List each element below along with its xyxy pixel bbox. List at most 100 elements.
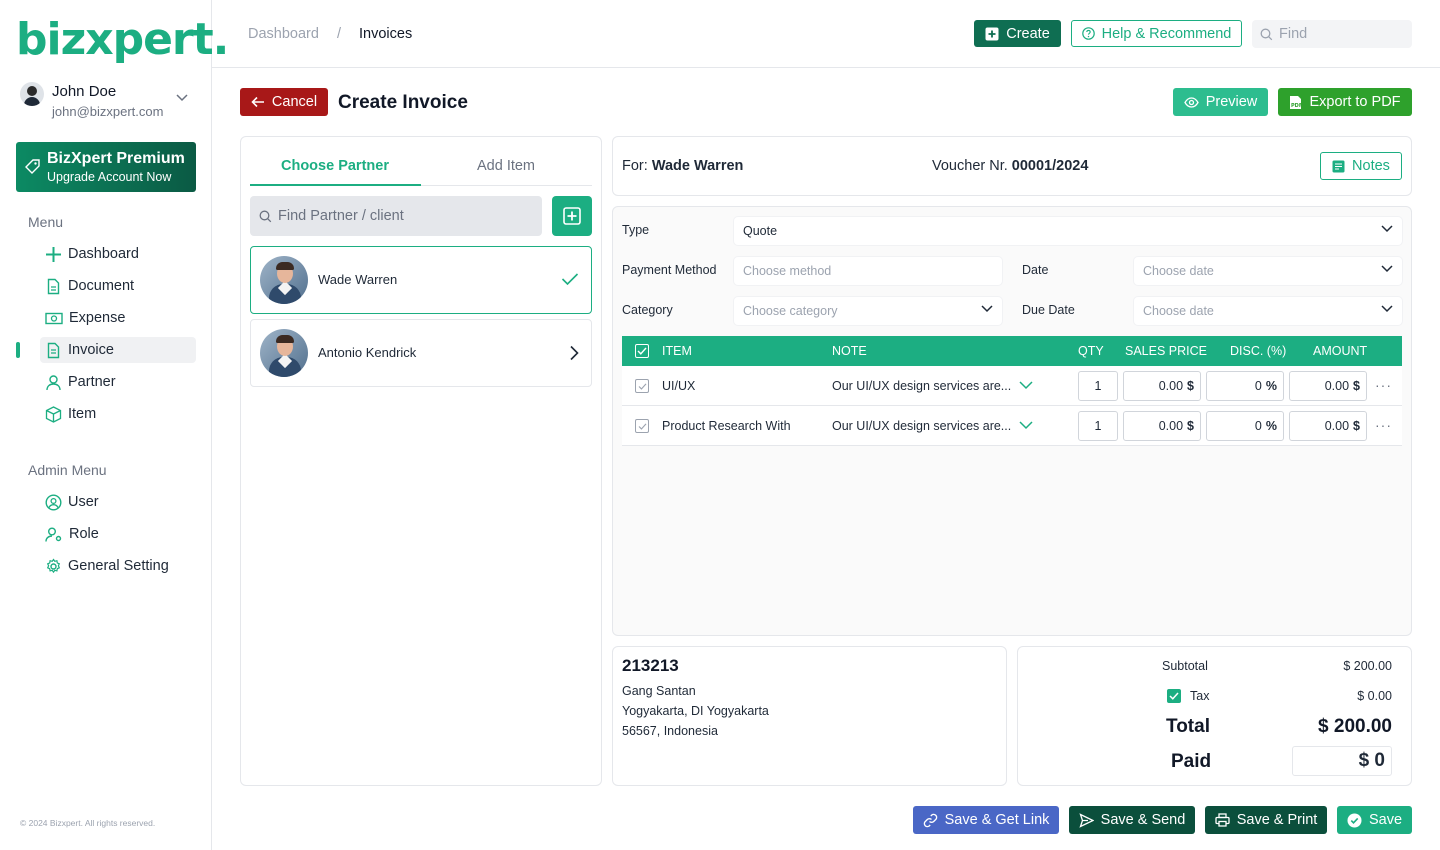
user-profile[interactable]: John Doe john@bizxpert.com [20, 80, 192, 122]
sidebar-item-role[interactable]: Role [40, 521, 196, 547]
chevron-down-icon[interactable] [176, 94, 188, 102]
save-send-button[interactable]: Save & Send [1069, 806, 1195, 834]
chevron-down-icon [1381, 265, 1393, 273]
preview-button[interactable]: Preview [1173, 88, 1268, 116]
save-print-button[interactable]: Save & Print [1205, 806, 1327, 834]
chevron-right-icon [570, 345, 579, 361]
address-line: Yogyakarta, DI Yogyakarta [622, 704, 769, 718]
chevron-down-icon [981, 305, 993, 313]
breadcrumb-root[interactable]: Dashboard [248, 26, 319, 42]
partner-name: Antonio Kendrick [318, 345, 417, 360]
partner-card-antonio-kendrick[interactable]: Antonio Kendrick [250, 319, 592, 387]
voucher-value: 00001/2024 [1011, 158, 1089, 174]
row-price-input[interactable]: 0.00 $ [1123, 411, 1201, 441]
user-gear-icon [45, 527, 62, 542]
menu-heading: Menu [28, 214, 64, 230]
row-amount-input[interactable]: 0.00 $ [1289, 371, 1367, 401]
invoice-for: For: Wade Warren [622, 158, 743, 174]
sidebar-item-dashboard[interactable]: Dashboard [40, 241, 196, 267]
row-discount-input[interactable]: 0% [1206, 371, 1284, 401]
plus-square-icon [563, 207, 581, 225]
sidebar-item-label: Expense [69, 310, 126, 326]
preview-label: Preview [1205, 94, 1258, 110]
box-icon [45, 405, 62, 423]
select-all-checkbox[interactable] [635, 344, 649, 358]
due-date-picker[interactable]: Choose date [1134, 297, 1402, 325]
page-title: Create Invoice [338, 92, 468, 113]
tab-divider [421, 185, 592, 186]
row-discount-value: 0 [1254, 379, 1262, 393]
type-select[interactable]: Quote [734, 217, 1402, 245]
column-header-sales-price: SALES PRICE [1125, 344, 1207, 358]
add-partner-button[interactable] [552, 196, 592, 236]
row-more-icon[interactable]: ··· [1375, 417, 1392, 433]
date-placeholder: Choose date [1143, 264, 1214, 278]
partner-search-input[interactable]: Find Partner / client [250, 196, 542, 236]
link-icon [923, 813, 937, 827]
active-indicator [16, 342, 20, 358]
sidebar-item-general-setting[interactable]: General Setting [40, 553, 196, 579]
row-checkbox[interactable] [635, 419, 649, 433]
upgrade-premium-banner[interactable]: BizXpert Premium Upgrade Account Now [16, 142, 196, 192]
row-item: UI/UX [662, 379, 696, 393]
chevron-down-icon [1381, 305, 1393, 313]
currency-symbol: $ [1353, 419, 1360, 433]
total-label: Total [1166, 716, 1210, 737]
paid-label: Paid [1171, 751, 1212, 772]
sidebar-item-label: Partner [68, 374, 116, 390]
tab-choose-partner[interactable]: Choose Partner [250, 158, 420, 174]
tab-active-underline [250, 184, 421, 186]
row-amount-input[interactable]: 0.00 $ [1289, 411, 1367, 441]
tab-add-item[interactable]: Add Item [421, 158, 591, 174]
category-select[interactable]: Choose category [734, 297, 1002, 325]
row-checkbox[interactable] [635, 379, 649, 393]
tax-checkbox[interactable] [1167, 689, 1181, 703]
cancel-button[interactable]: Cancel [240, 88, 328, 116]
paid-input[interactable]: $ 0 [1292, 746, 1392, 776]
sidebar-item-expense[interactable]: Expense [40, 305, 196, 331]
premium-subtitle: Upgrade Account Now [47, 170, 172, 184]
row-qty-input[interactable]: 1 [1078, 371, 1118, 401]
address-code: 213213 [622, 656, 679, 675]
bizxpert-logo[interactable]: bizxpert. [16, 14, 229, 65]
currency-symbol: $ [1187, 419, 1194, 433]
save-button[interactable]: Save [1337, 806, 1412, 834]
address-line: 56567, Indonesia [622, 724, 718, 738]
help-label: Help & Recommend [1101, 25, 1232, 42]
breadcrumb-current: Invoices [359, 26, 413, 42]
partner-name: Wade Warren [318, 272, 398, 287]
notes-button[interactable]: Notes [1320, 152, 1402, 180]
svg-text:PDF: PDF [1291, 103, 1302, 109]
date-picker[interactable]: Choose date [1134, 257, 1402, 285]
chevron-down-icon[interactable] [1019, 421, 1033, 430]
column-header-discount: DISC. (%) [1230, 344, 1287, 358]
sidebar-item-item[interactable]: Item [40, 401, 196, 427]
sidebar-item-label: Role [69, 526, 99, 542]
row-price-input[interactable]: 0.00 $ [1123, 371, 1201, 401]
chevron-down-icon[interactable] [1019, 381, 1033, 390]
save-get-link-button[interactable]: Save & Get Link [913, 806, 1059, 834]
row-discount-input[interactable]: 0% [1206, 411, 1284, 441]
sidebar-item-label: Dashboard [68, 246, 139, 262]
row-amount-value: 0.00 [1324, 379, 1350, 393]
export-pdf-button[interactable]: PDF Export to PDF [1278, 88, 1412, 116]
sidebar-item-invoice[interactable]: Invoice [40, 337, 196, 363]
payment-method-input[interactable]: Choose method [734, 257, 1002, 285]
create-button[interactable]: Create [974, 20, 1061, 47]
sidebar-item-document[interactable]: Document [40, 273, 196, 299]
partner-avatar [260, 329, 308, 377]
row-qty-value: 1 [1094, 379, 1102, 393]
sidebar-item-label: Invoice [68, 342, 114, 358]
find-input[interactable]: Find [1252, 20, 1412, 48]
row-more-icon[interactable]: ··· [1375, 377, 1392, 393]
help-recommend-button[interactable]: Help & Recommend [1071, 20, 1242, 47]
column-header-qty: QTY [1078, 344, 1104, 358]
percent-symbol: % [1265, 419, 1277, 433]
row-qty-input[interactable]: 1 [1078, 411, 1118, 441]
sidebar-item-user[interactable]: User [40, 489, 196, 515]
row-qty-value: 1 [1094, 419, 1102, 433]
sidebar-item-partner[interactable]: Partner [40, 369, 196, 395]
pdf-file-icon: PDF [1290, 95, 1302, 109]
partner-card-wade-warren[interactable]: Wade Warren [250, 246, 592, 314]
category-placeholder: Choose category [743, 304, 838, 318]
